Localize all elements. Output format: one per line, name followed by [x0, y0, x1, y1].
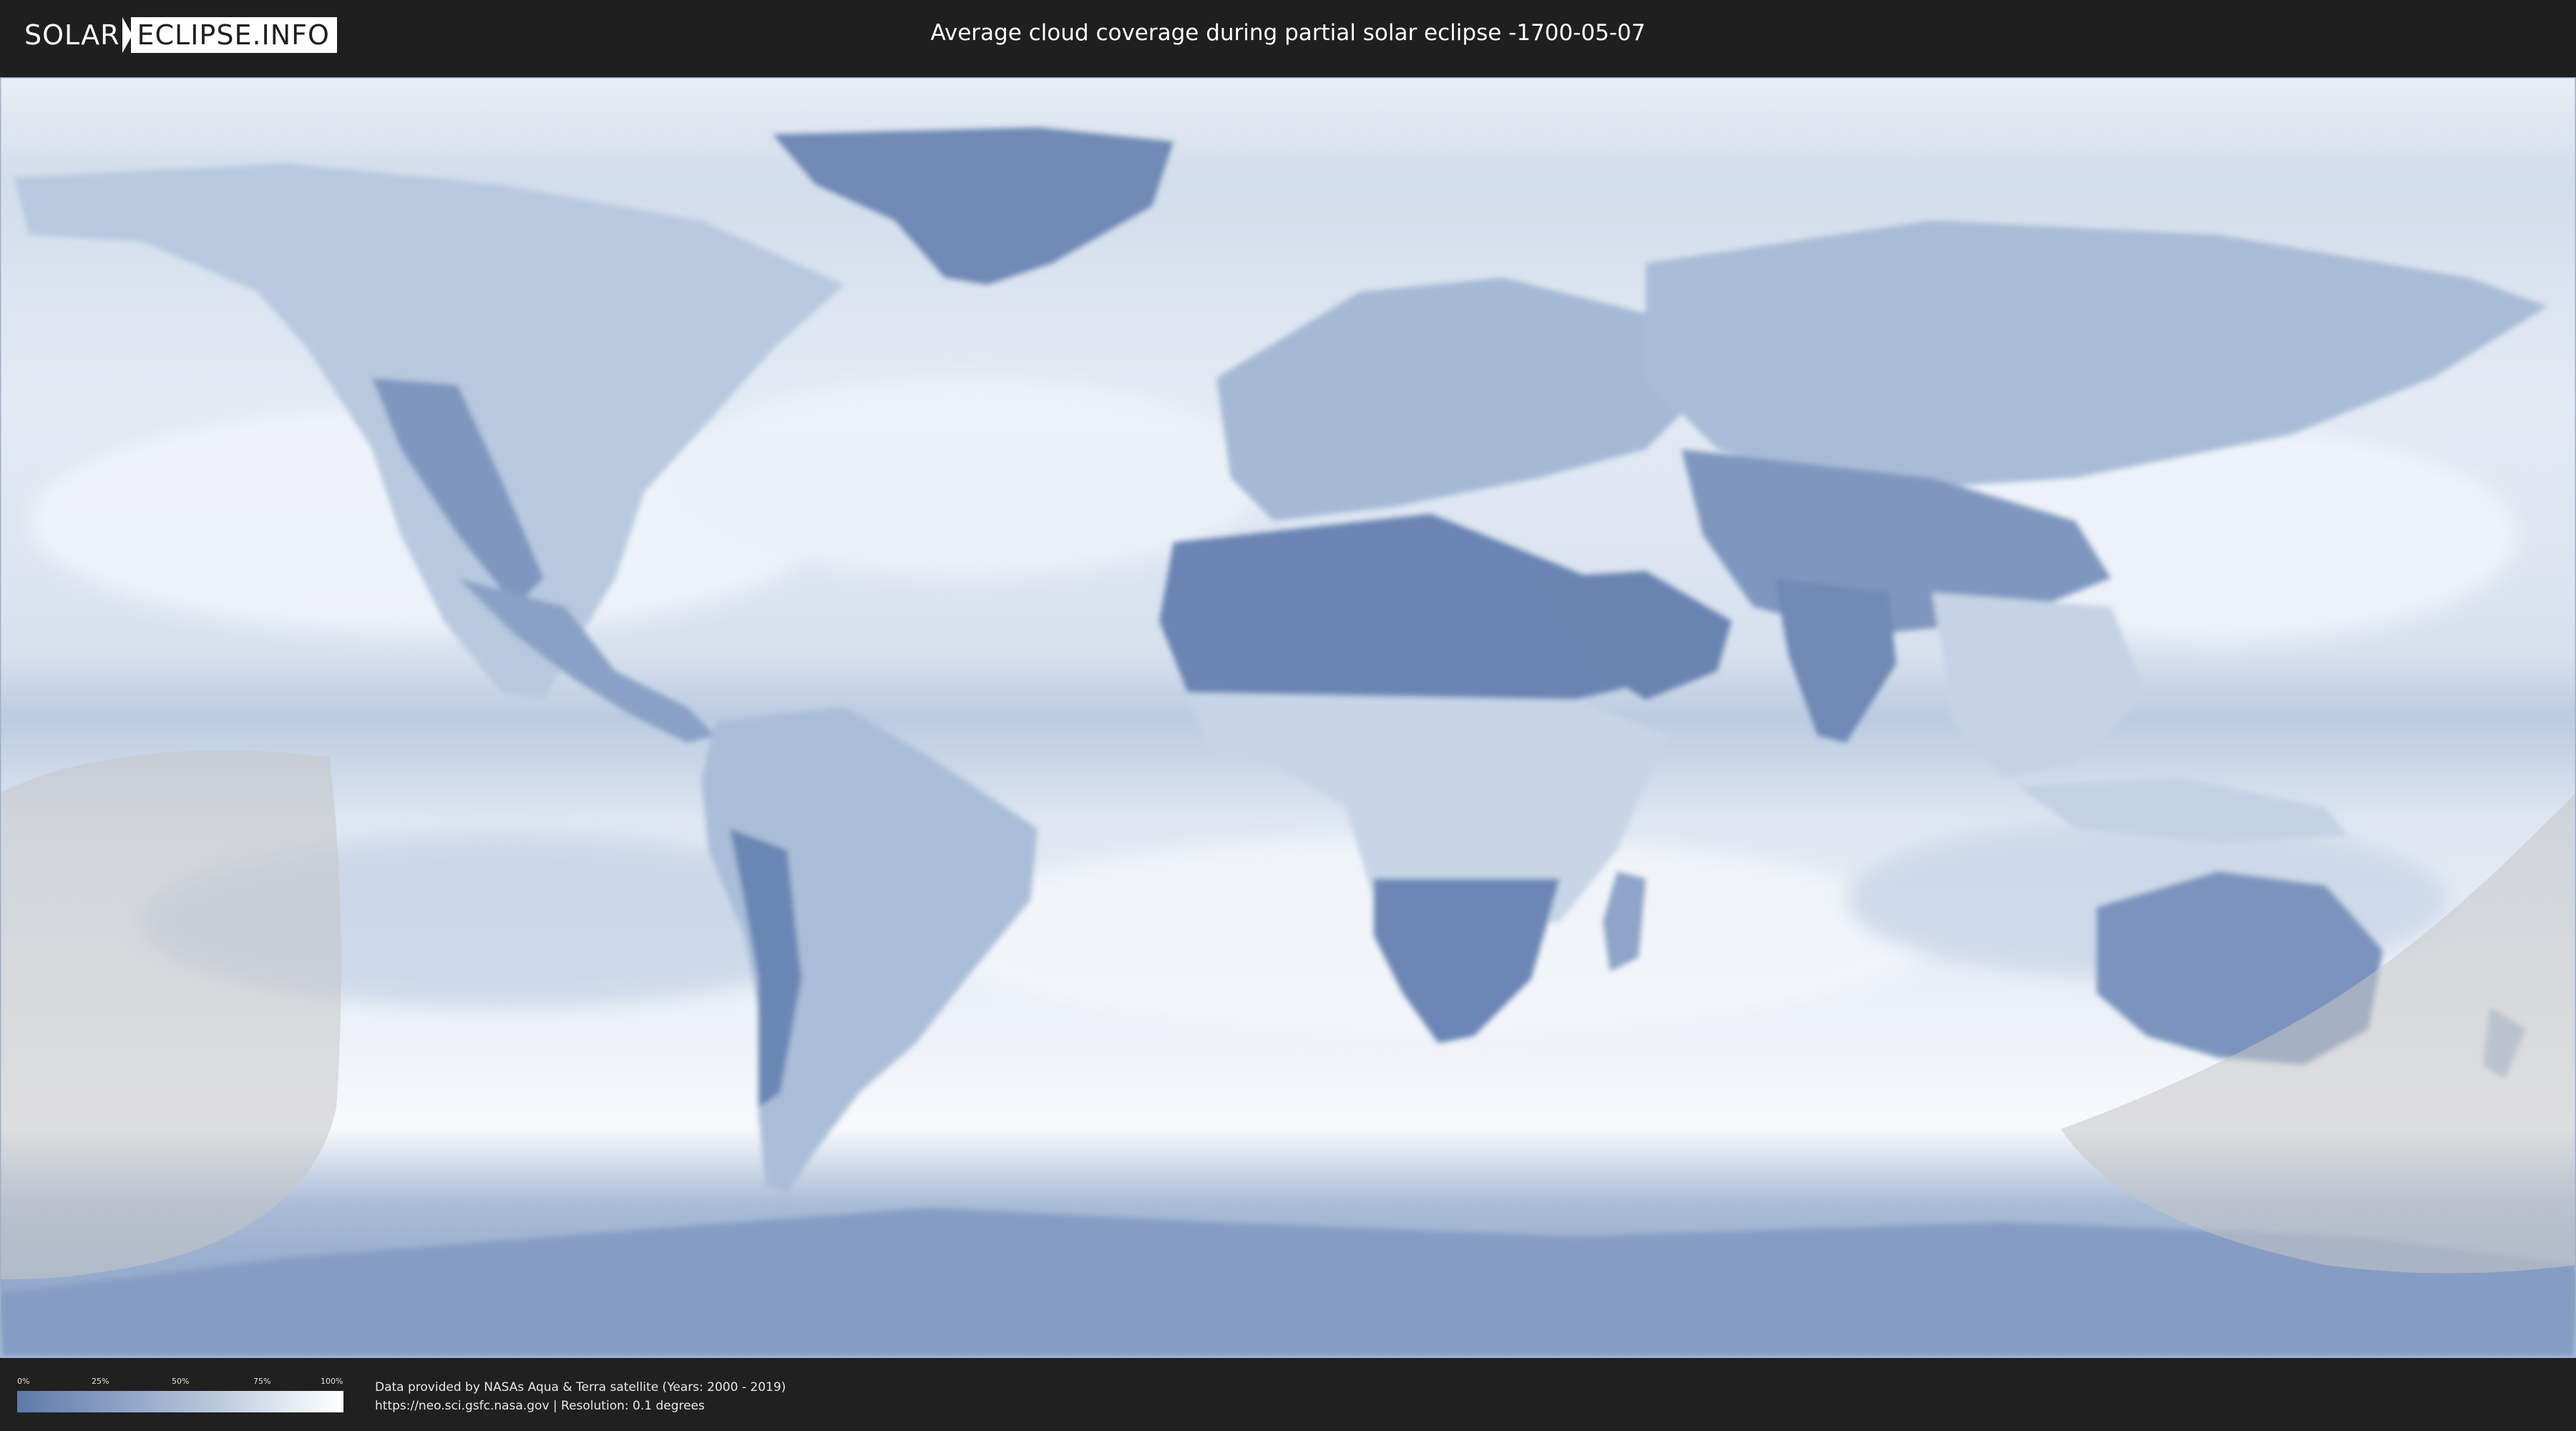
legend-tick-labels: 0% 25% 50% 75% 100%	[17, 1377, 343, 1387]
page-title: Average cloud coverage during partial so…	[930, 20, 1646, 46]
legend-tick-0: 0%	[17, 1377, 30, 1386]
legend-tick-100: 100%	[321, 1377, 343, 1386]
header-bar: SOLAR ECLIPSE.INFO Average cloud coverag…	[0, 0, 2576, 72]
legend-tick-25: 25%	[92, 1377, 109, 1386]
cloud-coverage-map	[0, 77, 2576, 1358]
legend-tick-50: 50%	[172, 1377, 190, 1386]
legend-gradient-bar	[17, 1391, 343, 1412]
data-credit: Data provided by NASAs Aqua & Terra sate…	[375, 1378, 786, 1415]
credit-line-source: Data provided by NASAs Aqua & Terra sate…	[375, 1380, 786, 1395]
credit-line-url[interactable]: https://neo.sci.gsfc.nasa.gov | Resoluti…	[375, 1397, 786, 1415]
legend-tick-75: 75%	[253, 1377, 271, 1386]
